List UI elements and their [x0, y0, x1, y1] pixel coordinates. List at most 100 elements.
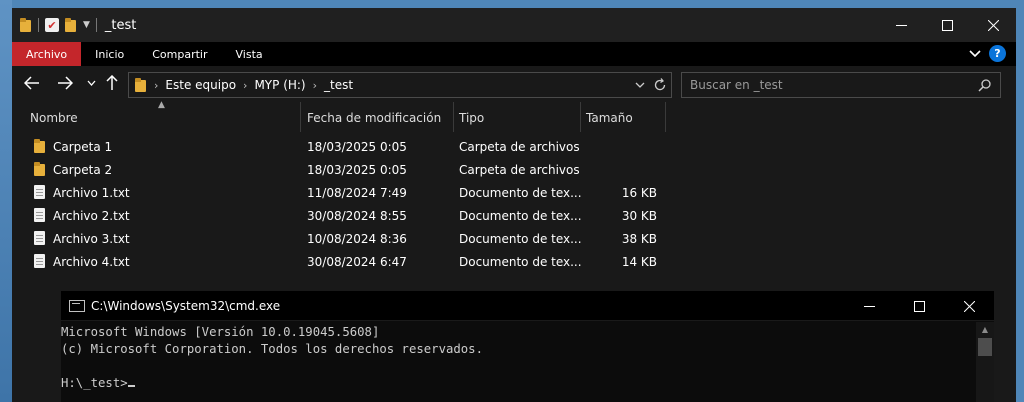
file-list: Carpeta 1 18/03/2025 0:05 Carpeta de arc…: [12, 136, 672, 274]
text-file-icon: [34, 254, 45, 268]
minimize-icon: [895, 24, 907, 26]
tab-archivo[interactable]: Archivo: [12, 42, 82, 66]
file-type: Carpeta de archivos: [459, 140, 580, 154]
text-file-icon: [34, 185, 45, 199]
folder-icon: [20, 18, 32, 32]
list-item[interactable]: Archivo 4.txt 30/08/2024 6:47 Documento …: [12, 251, 672, 274]
properties-icon[interactable]: ✔: [45, 18, 59, 32]
search-box[interactable]: [681, 72, 1001, 98]
breadcrumb-chevron-icon[interactable]: ›: [313, 79, 317, 92]
text-file-icon: [34, 208, 45, 222]
column-header-size[interactable]: Tamaño: [586, 106, 633, 130]
back-arrow-icon[interactable]: [24, 76, 40, 90]
folder-icon: [135, 78, 147, 92]
quick-access-toolbar: ✔ ▼: [20, 18, 97, 32]
search-icon[interactable]: [978, 78, 992, 92]
address-dropdown-icon[interactable]: [635, 77, 645, 93]
file-size: 14 KB: [621, 255, 657, 269]
customize-toolbar-icon[interactable]: ▼: [83, 20, 90, 30]
maximize-icon: [941, 19, 953, 31]
file-name: Carpeta 1: [53, 140, 113, 154]
breadcrumb-este-equipo[interactable]: Este equipo: [165, 78, 236, 92]
file-type: Documento de tex...: [459, 209, 582, 223]
console-icon: [69, 299, 85, 312]
ribbon-right-controls: ?: [969, 45, 1006, 62]
navigation-bar: › Este equipo › MYP (H:) › _test: [12, 66, 1016, 102]
console-prompt: H:\_test>: [61, 376, 128, 390]
forward-arrow-icon[interactable]: [57, 76, 73, 90]
file-date: 30/08/2024 6:47: [307, 255, 407, 269]
window-controls: [878, 8, 1016, 42]
column-header-type[interactable]: Tipo: [459, 106, 484, 130]
breadcrumb-drive[interactable]: MYP (H:): [254, 78, 305, 92]
cmd-maximize-button[interactable]: [894, 291, 944, 321]
toolbar-divider: [38, 18, 39, 32]
ribbon-tabs: Archivo Inicio Compartir Vista ?: [12, 42, 1016, 66]
text-cursor: [127, 385, 135, 387]
toolbar-divider: [95, 18, 97, 32]
list-item[interactable]: Carpeta 1 18/03/2025 0:05 Carpeta de arc…: [12, 136, 672, 159]
column-header-name[interactable]: Nombre: [30, 106, 78, 130]
list-item[interactable]: Archivo 3.txt 10/08/2024 8:36 Documento …: [12, 228, 672, 251]
file-date: 10/08/2024 8:36: [307, 232, 407, 246]
file-name: Archivo 4.txt: [53, 255, 130, 269]
address-bar[interactable]: › Este equipo › MYP (H:) › _test: [128, 72, 672, 98]
file-type: Documento de tex...: [459, 232, 582, 246]
expand-ribbon-icon[interactable]: [969, 49, 981, 58]
file-type: Carpeta de archivos: [459, 163, 580, 177]
console-output[interactable]: Microsoft Windows [Versión 10.0.19045.56…: [61, 322, 976, 402]
column-header-date[interactable]: Fecha de modificación: [307, 106, 441, 130]
cmd-close-button[interactable]: [944, 291, 994, 321]
column-divider[interactable]: [300, 102, 301, 132]
list-item[interactable]: Carpeta 2 18/03/2025 0:05 Carpeta de arc…: [12, 159, 672, 182]
up-arrow-icon[interactable]: [106, 75, 118, 91]
column-divider[interactable]: [453, 102, 454, 132]
column-divider[interactable]: [665, 102, 666, 132]
tab-compartir[interactable]: Compartir: [138, 42, 221, 66]
file-size: 16 KB: [621, 186, 657, 200]
file-date: 30/08/2024 8:55: [307, 209, 407, 223]
explorer-titlebar: ✔ ▼ _test: [12, 8, 1016, 42]
tab-inicio[interactable]: Inicio: [81, 42, 138, 66]
new-folder-icon[interactable]: [65, 18, 77, 32]
scroll-up-icon[interactable]: ▲: [976, 322, 994, 338]
file-name: Archivo 1.txt: [53, 186, 130, 200]
file-name: Archivo 2.txt: [53, 209, 130, 223]
close-button[interactable]: [970, 8, 1016, 42]
minimize-button[interactable]: [878, 8, 924, 42]
tab-vista[interactable]: Vista: [222, 42, 277, 66]
search-input[interactable]: [682, 78, 962, 92]
scrollbar-thumb[interactable]: [978, 338, 992, 356]
file-name: Carpeta 2: [53, 163, 113, 177]
minimize-icon: [863, 305, 875, 307]
file-date: 18/03/2025 0:05: [307, 163, 407, 177]
cmd-titlebar[interactable]: C:\Windows\System32\cmd.exe: [61, 291, 994, 321]
maximize-button[interactable]: [924, 8, 970, 42]
folder-icon: [34, 139, 46, 153]
text-file-icon: [34, 231, 45, 245]
column-divider[interactable]: [580, 102, 581, 132]
console-prompt-line: H:\_test>: [61, 375, 976, 392]
breadcrumb-current-folder[interactable]: _test: [324, 78, 353, 92]
list-item[interactable]: Archivo 2.txt 30/08/2024 8:55 Documento …: [12, 205, 672, 228]
help-icon[interactable]: ?: [989, 45, 1006, 62]
cmd-minimize-button[interactable]: [844, 291, 894, 321]
list-item[interactable]: Archivo 1.txt 11/08/2024 7:49 Documento …: [12, 182, 672, 205]
file-size: 38 KB: [621, 232, 657, 246]
recent-locations-chevron-icon[interactable]: [87, 80, 96, 86]
file-name: Archivo 3.txt: [53, 232, 130, 246]
breadcrumb-chevron-icon[interactable]: ›: [243, 79, 247, 92]
breadcrumb-chevron-icon[interactable]: ›: [154, 79, 158, 92]
refresh-icon[interactable]: [653, 77, 667, 93]
console-line: (c) Microsoft Corporation. Todos los der…: [61, 342, 483, 356]
maximize-icon: [913, 300, 925, 312]
command-prompt-window[interactable]: C:\Windows\System32\cmd.exe Microsoft Wi…: [61, 291, 994, 402]
cmd-scrollbar[interactable]: ▲: [976, 322, 994, 402]
sort-ascending-icon: ▲: [158, 100, 165, 110]
cmd-window-controls: [844, 291, 994, 321]
column-headers: ▲ Nombre Fecha de modificación Tipo Tama…: [12, 100, 672, 132]
close-icon: [963, 300, 975, 312]
console-line: Microsoft Windows [Versión 10.0.19045.56…: [61, 325, 380, 339]
window-title: _test: [104, 17, 137, 33]
